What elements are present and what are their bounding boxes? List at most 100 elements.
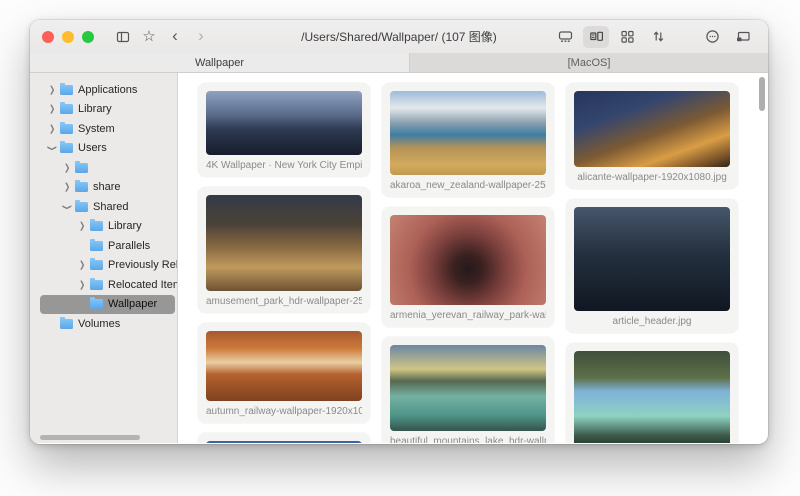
card-view-icon [588,28,605,45]
chevron-down-icon[interactable]: ❯ [47,142,57,154]
chevron-right-icon[interactable]: ❯ [76,260,88,270]
image-card[interactable]: amusement_park_hdr-wallpaper-2560x1... [198,187,370,313]
content-area: 4K Wallpaper · New York City Empire Stat… [178,73,768,443]
image-thumbnail[interactable] [574,91,730,167]
sidebar-item-label: System [78,123,115,135]
image-card[interactable]: autumn_railway-wallpaper-1920x1080.jpg [198,323,370,423]
image-card[interactable]: beautiful_mountains_lake_hdr-wallpaper..… [382,337,554,443]
minimize-button[interactable] [62,31,74,43]
image-card[interactable]: 4K Wallpaper · New York City Empire Stat… [198,83,370,177]
sidebar-item-users[interactable]: ❯ Users [40,139,177,159]
image-thumbnail[interactable] [574,207,730,311]
image-card[interactable] [198,433,370,443]
image-card[interactable]: article_header.jpg [566,199,738,333]
grid-column: 4K Wallpaper · New York City Empire Stat… [198,83,370,443]
folder-icon [90,241,103,251]
image-caption: 4K Wallpaper · New York City Empire Stat… [206,155,362,177]
chevron-right-icon[interactable]: ❯ [76,221,88,231]
sidebar-item-share[interactable]: ❯ share [40,178,177,198]
sidebar-item-previously-relocate[interactable]: ❯ Previously Relocate [40,256,177,276]
image-caption: autumn_railway-wallpaper-1920x1080.jpg [206,401,362,423]
sidebar-item-label: Wallpaper [108,298,157,310]
sidebar-item-applications[interactable]: ❯Applications [40,80,177,100]
card-view-button[interactable] [583,26,609,48]
chevron-right-icon[interactable]: ❯ [46,104,58,114]
sidebar-item-label: Users [78,142,107,154]
image-thumbnail[interactable] [206,331,362,401]
sidebar-item-system[interactable]: ❯ System [40,119,177,139]
image-card[interactable]: armenia_yerevan_railway_park-wallpape... [382,207,554,327]
folder-icon [60,104,73,114]
tab-wallpaper[interactable]: Wallpaper [30,53,410,72]
sidebar-item-label: Volumes [78,318,120,330]
chevron-right-icon[interactable]: ❯ [61,163,73,173]
favorites-button[interactable]: ☆ [136,26,162,48]
close-button[interactable] [42,31,54,43]
slideshow-icon [557,28,574,45]
window-corner-icon [735,28,752,45]
sidebar-item-library[interactable]: ❯ Library [40,100,177,120]
sidebar-item-label: Shared [93,201,128,213]
chevron-right-icon[interactable]: ❯ [46,124,58,134]
circle-ellipsis-icon [704,28,721,45]
image-thumbnail[interactable] [390,215,546,305]
sort-button[interactable] [645,26,671,48]
sidebar-panel-icon [115,29,131,45]
content-vertical-scrollbar[interactable] [759,77,765,111]
folder-icon [90,221,103,231]
image-caption: beautiful_mountains_lake_hdr-wallpaper..… [390,431,546,443]
image-thumbnail[interactable] [206,91,362,155]
image-thumbnail[interactable] [390,345,546,431]
sidebar-item-parallels[interactable]: ❯Parallels [40,236,177,256]
folder-icon [60,319,73,329]
sidebar-item-relocated-items[interactable]: ❯ Relocated Items [40,275,177,295]
folder-icon [60,85,73,95]
chevron-down-icon[interactable]: ❯ [62,201,72,213]
pip-window-button[interactable] [730,26,756,48]
sidebar-toggle-button[interactable] [110,26,136,48]
sidebar-item-library[interactable]: ❯ Library [40,217,177,237]
sidebar-item-shared[interactable]: ❯ Shared [40,197,177,217]
folder-icon [75,182,88,192]
zoom-button[interactable] [82,31,94,43]
sidebar: ❯Applications❯Library❯System❯Users❯❯shar… [30,73,178,443]
image-card[interactable]: alicante-wallpaper-1920x1080.jpg [566,83,738,189]
sidebar-item-label: Library [108,220,142,232]
star-icon: ☆ [142,29,155,44]
back-button[interactable]: ‹ [162,26,188,48]
chevron-right-icon[interactable]: ❯ [61,182,73,192]
slideshow-button[interactable] [552,26,578,48]
grid-column: alicante-wallpaper-1920x1080.jpg article_… [566,83,738,443]
sidebar-item-volumes[interactable]: ❯Volumes [40,314,177,334]
sidebar-item-label: share [93,181,121,193]
sidebar-horizontal-scrollbar[interactable] [40,435,140,440]
chevron-right-icon[interactable]: ❯ [46,85,58,95]
sidebar-item-label: Parallels [108,240,150,252]
folder-icon [90,299,103,309]
grid-view-button[interactable] [614,26,640,48]
chevron-right-icon[interactable]: ❯ [76,280,88,290]
forward-button[interactable]: › [188,26,214,48]
sidebar-tree: ❯Applications❯Library❯System❯Users❯❯shar… [40,80,177,334]
sidebar-item-folder[interactable]: ❯ [40,158,177,178]
sidebar-item-label: Previously Relocate [108,259,177,271]
image-thumbnail[interactable] [390,91,546,175]
sidebar-item-label: Relocated Items [108,279,177,291]
grid-view-icon [619,28,636,45]
traffic-lights [42,31,94,43]
image-thumbnail[interactable] [206,441,362,443]
chevron-left-icon: ‹ [172,27,178,44]
image-card[interactable]: beautiful_waterfall-wallpaper-2560x144..… [566,343,738,443]
image-thumbnail[interactable] [574,351,730,443]
folder-icon [75,202,88,212]
tab-macos[interactable]: [MacOS] [410,53,768,72]
image-thumbnail[interactable] [206,195,362,291]
folder-icon [90,280,103,290]
sidebar-item-wallpaper[interactable]: ❯Wallpaper [40,295,175,315]
image-caption: alicante-wallpaper-1920x1080.jpg [574,167,730,189]
more-options-button[interactable] [699,26,725,48]
sidebar-item-label: Library [78,103,112,115]
folder-icon [60,124,73,134]
image-card[interactable]: akaroa_new_zealand-wallpaper-2560x14... [382,83,554,197]
image-caption: akaroa_new_zealand-wallpaper-2560x14... [390,175,546,197]
